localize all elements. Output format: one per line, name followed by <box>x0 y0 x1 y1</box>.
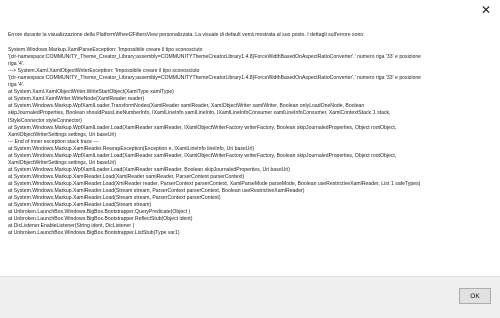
stack-trace-line: at System.Windows.Markup.XamlReader.Load… <box>8 187 305 194</box>
stack-trace-line: skipJournaledProperties, Boolean shouldP… <box>8 110 391 117</box>
close-icon[interactable]: ✕ <box>472 0 500 20</box>
stack-trace-line: at System.Xaml.XamlWriter.WriteNode(Xaml… <box>8 96 145 103</box>
ok-button[interactable]: OK <box>459 288 491 304</box>
stack-trace-line: IStyleConnector styleConnector) <box>8 117 82 124</box>
stack-trace-line: at Unbroken.LaunchBox.Windows.BigBox.Boo… <box>8 216 193 223</box>
stack-trace-line: at System.Windows.Markup.WpfXamlLoader.L… <box>8 152 397 159</box>
stack-trace-line: at System.Windows.Markup.XamlReader.Load… <box>8 195 221 202</box>
stack-trace-line: at Unbroken.LaunchBox.Windows.BigBox.Boo… <box>8 230 180 237</box>
stack-trace-line: at System.Windows.Markup.XamlReader.Load… <box>8 180 421 187</box>
stack-trace-line: riga '4'. <box>8 61 25 68</box>
stack-trace-line: System.Windows.Markup.XamlParseException… <box>8 47 203 54</box>
error-dialog: ✕ Errore durante la visualizzazione dell… <box>0 0 500 318</box>
stack-trace-line: '{clr-namespace:COMMUNITY_Theme_Creator_… <box>8 54 422 61</box>
stack-trace-line: XamlObjectWriterSettings settings, Uri b… <box>8 159 117 166</box>
stack-trace-line: at System.Windows.Markup.XamlReader.Load… <box>8 202 152 209</box>
stack-trace-line: at System.Windows.Markup.WpfXamlLoader.L… <box>8 166 290 173</box>
title-bar: ✕ <box>0 0 500 30</box>
error-intro-text: Errore durante la visualizzazione della … <box>8 32 365 38</box>
stack-trace-line: ---> System.Xaml.XamlObjectWriterExcepti… <box>8 68 200 75</box>
stack-trace-line: at System.Windows.Markup.WpfXamlLoader.T… <box>8 103 365 110</box>
dialog-footer: OK <box>0 276 500 318</box>
stack-trace-line: '{clr-namespace:COMMUNITY_Theme_Creator_… <box>8 75 422 82</box>
stack-trace-line: at System.Xaml.XamlObjectWriter.WriteSta… <box>8 89 174 96</box>
stack-trace-line: at DicListener.EnableListener(String ide… <box>8 223 135 230</box>
error-message-area: Errore durante la visualizzazione della … <box>8 32 494 270</box>
stack-trace-line: at System.Windows.Markup.XamlReader.Rewr… <box>8 145 255 152</box>
stack-trace-line: at Unbroken.LaunchBox.Windows.BigBox.Boo… <box>8 209 191 216</box>
stack-trace-line: at System.Windows.Markup.WpfXamlLoader.L… <box>8 124 397 131</box>
stack-trace-line: --- End of inner exception stack trace -… <box>8 138 99 145</box>
stack-trace: System.Windows.Markup.XamlParseException… <box>8 47 494 237</box>
stack-trace-line: XamlObjectWriterSettings settings, Uri b… <box>8 131 117 138</box>
stack-trace-line: at System.Windows.Markup.XamlReader.Load… <box>8 173 245 180</box>
stack-trace-line: riga '4'. <box>8 82 25 89</box>
